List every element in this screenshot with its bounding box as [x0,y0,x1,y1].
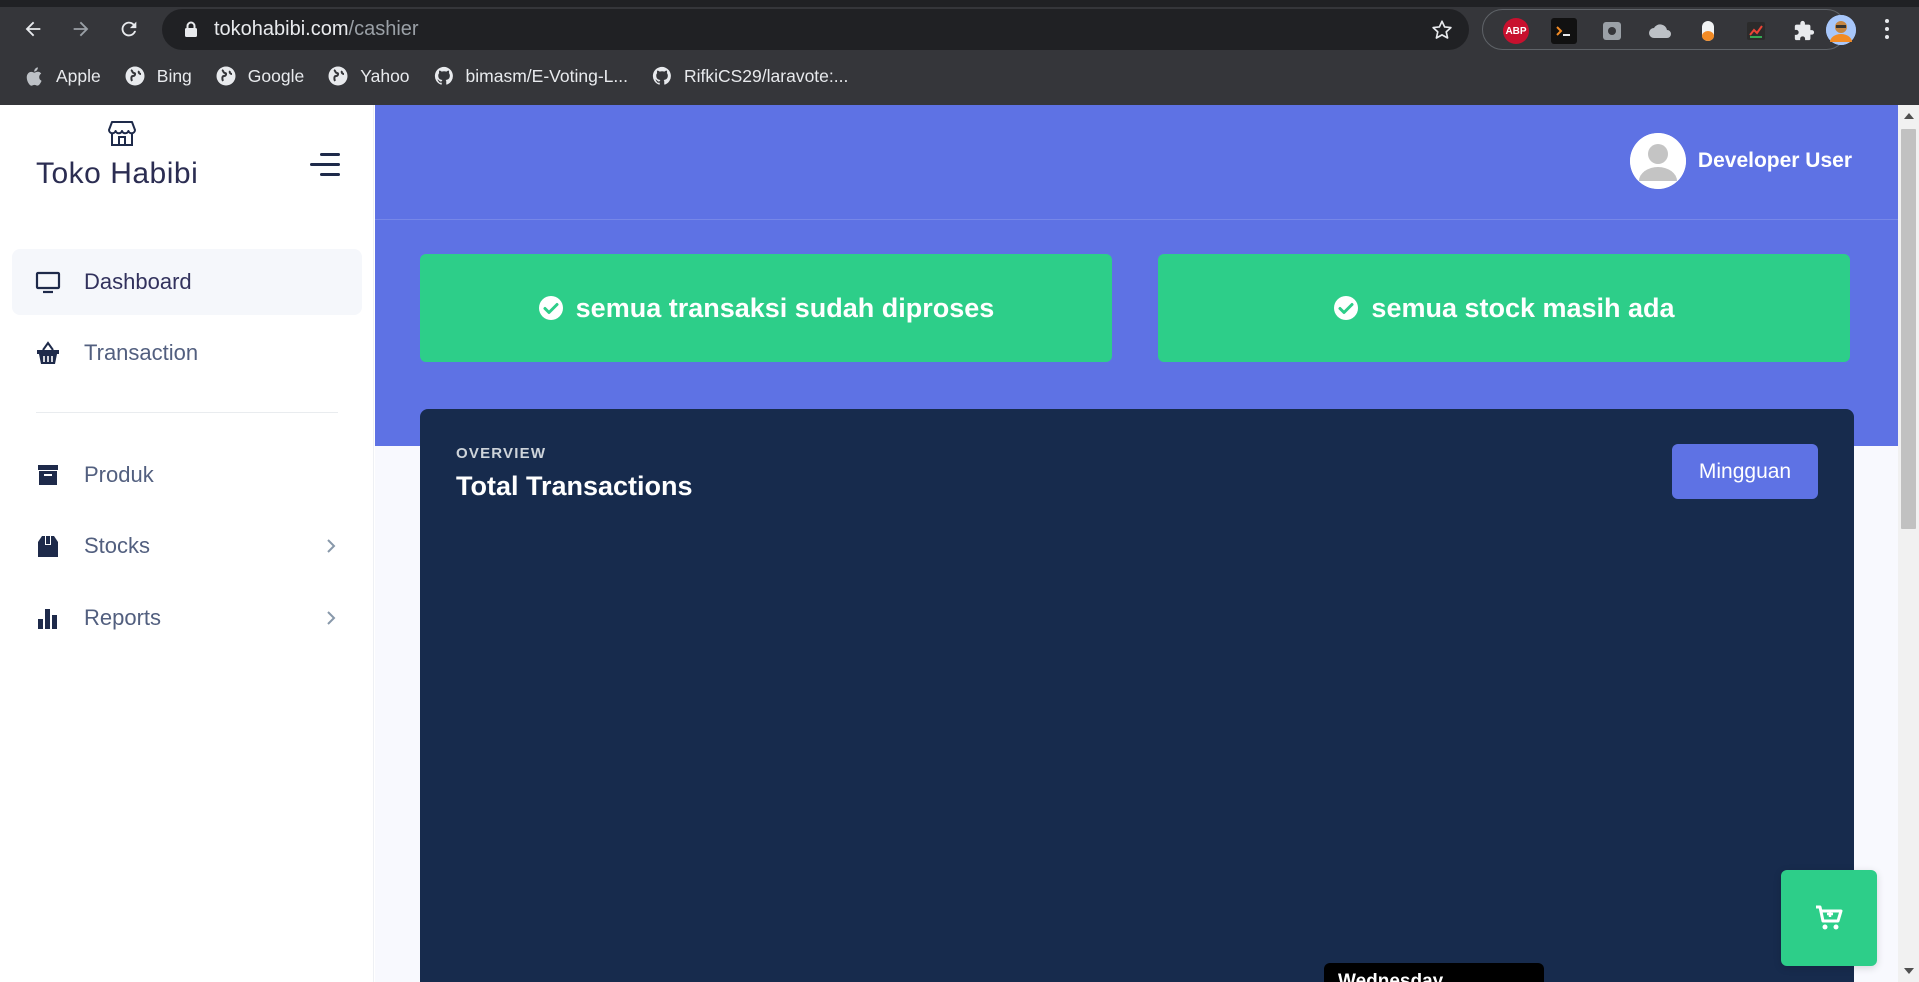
header-divider [375,219,1898,220]
bookmark-label: Yahoo [360,65,410,86]
arrow-left-icon [25,21,41,37]
user-menu[interactable]: Developer User [1629,133,1852,189]
arrow-right-icon [73,21,89,37]
overview-card: OVERVIEW Total Transactions Mingguan Wed… [420,409,1854,982]
user-avatar-icon [1629,133,1686,189]
scroll-up-icon[interactable] [1898,107,1919,125]
github-icon [434,66,454,86]
monitor-icon [34,268,62,296]
bookmark-evoting[interactable]: bimasm/E-Voting-L... [434,66,628,87]
store-icon [108,121,136,146]
bookmark-label: Bing [156,65,192,86]
profile-avatar[interactable] [1826,15,1856,45]
capsule-extension-icon[interactable] [1695,18,1721,44]
sidebar-item-stocks[interactable]: Stocks [12,513,362,579]
terminal-extension-icon[interactable] [1551,18,1577,44]
tooltip-label: Wednesday [1338,971,1444,982]
basket-icon [34,339,62,367]
url-path: /cashier [348,18,419,40]
settings-extension-icon[interactable] [1599,18,1625,44]
sidebar-item-produk[interactable]: Produk [12,442,362,508]
github-icon [652,66,672,86]
bookmark-label: bimasm/E-Voting-L... [465,65,628,86]
bookmark-label: RifkiCS29/laravote:... [683,65,849,86]
globe-icon [328,66,348,86]
lock-icon [182,21,200,39]
tab-strip [0,0,1919,7]
sidebar: Toko Habibi Dashboard Transaction Produk [0,105,374,982]
alert-text: semua stock masih ada [1371,292,1675,323]
bookmark-label: Apple [56,65,101,86]
sidebar-item-dashboard[interactable]: Dashboard [12,249,362,315]
sidebar-item-label: Produk [84,462,154,487]
user-name: Developer User [1697,149,1852,172]
check-circle-icon [538,296,563,320]
browser-chrome: tokohabibi.com/cashier ABP Apple Bing Go… [0,0,1919,105]
sidebar-item-label: Dashboard [84,269,192,294]
bookmark-yahoo[interactable]: Yahoo [328,65,410,87]
url-text: tokohabibi.com/cashier [214,18,419,41]
sidebar-item-label: Stocks [84,533,151,558]
sidebar-item-transaction[interactable]: Transaction [12,320,362,386]
cart-icon [1816,905,1843,930]
browser-menu-button[interactable] [1874,14,1900,44]
header-hero: Developer User semua transaksi sudah dip… [375,105,1898,446]
reload-icon [121,21,137,37]
chevron-right-icon [327,611,336,625]
card-overline: OVERVIEW [456,445,547,462]
sidebar-toggle-button[interactable] [310,153,340,177]
alert-text: semua transaksi sudah diproses [575,292,995,323]
extensions-area: ABP [1482,9,1847,50]
sidebar-item-label: Reports [84,605,162,630]
cart-button[interactable] [1781,870,1877,966]
bookmark-star-icon[interactable] [1429,17,1455,43]
box-icon [34,532,62,560]
sidebar-item-reports[interactable]: Reports [12,585,362,651]
scrollbar-thumb[interactable] [1901,129,1916,529]
bookmark-google[interactable]: Google [216,66,304,87]
bookmark-bing[interactable]: Bing [125,66,192,87]
apple-icon [24,66,44,86]
globe-icon [125,66,145,86]
alert-transactions: semua transaksi sudah diproses [420,254,1112,362]
chart-extension-icon[interactable] [1743,18,1769,44]
back-button[interactable] [16,12,50,46]
card-title: Total Transactions [456,471,693,501]
chart-tooltip: Wednesday [1324,963,1544,982]
bookmarks-bar: Apple Bing Google Yahoo bimasm/E-Voting-… [0,58,1919,94]
sidebar-item-label: Transaction [84,340,199,365]
bookmark-laravote[interactable]: RifkiCS29/laravote:... [652,66,848,87]
archive-icon [34,461,62,489]
main-content: Developer User semua transaksi sudah dip… [375,105,1898,982]
brand-name[interactable]: Toko Habibi [36,157,198,191]
address-bar[interactable]: tokohabibi.com/cashier [162,9,1469,50]
bookmark-apple[interactable]: Apple [24,66,101,87]
alert-stock: semua stock masih ada [1158,254,1850,362]
sidebar-divider [36,412,338,413]
reload-button[interactable] [112,12,146,46]
globe-icon [216,66,236,86]
check-circle-icon [1334,296,1359,320]
adblock-icon[interactable]: ABP [1503,18,1529,44]
adblock-label: ABP [1505,25,1527,37]
scroll-down-icon[interactable] [1898,962,1919,980]
cloud-extension-icon[interactable] [1647,18,1673,44]
weekly-toggle-button[interactable]: Mingguan [1672,444,1818,499]
chevron-right-icon [327,539,336,553]
bar-chart-icon [34,604,62,632]
page: Toko Habibi Dashboard Transaction Produk [0,105,1898,982]
url-host: tokohabibi.com [214,18,349,40]
forward-button[interactable] [64,12,98,46]
puzzle-icon[interactable] [1791,18,1817,44]
bookmark-label: Google [247,65,305,86]
page-scrollbar[interactable] [1898,105,1919,982]
